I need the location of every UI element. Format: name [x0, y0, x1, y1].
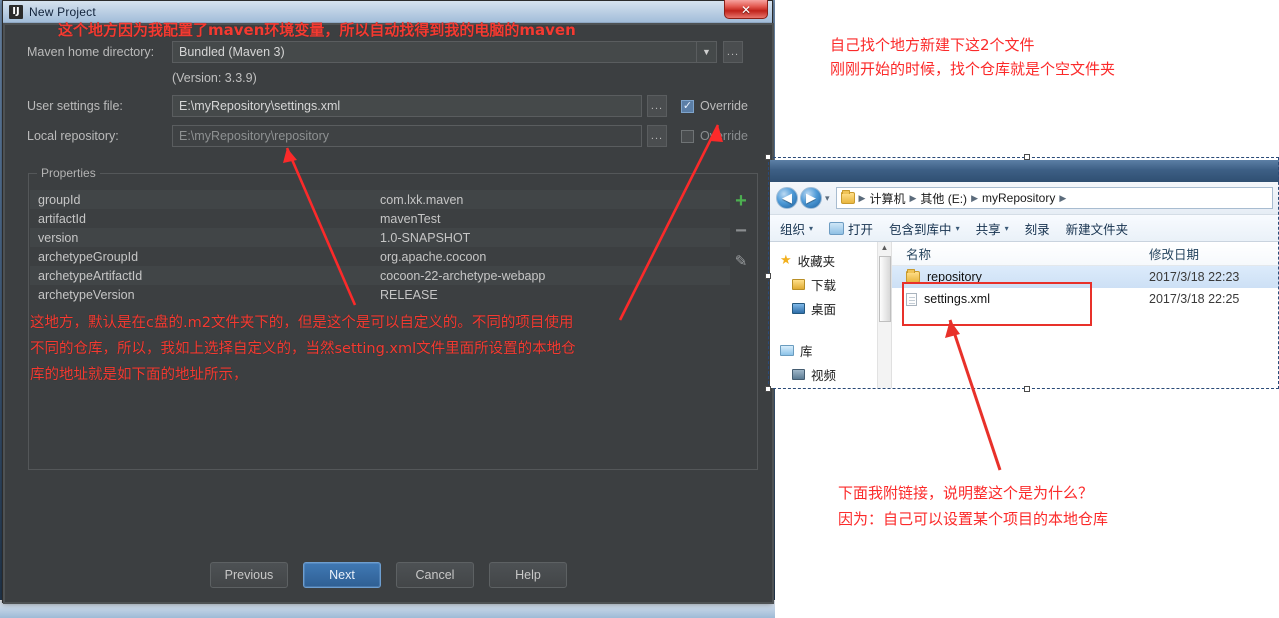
override-local-repository-checkbox[interactable]: Override [681, 129, 748, 143]
annotation-empty-folder: 刚刚开始的时候，找个仓库就是个空文件夹 [830, 60, 1116, 78]
remove-property-button[interactable]: − [732, 220, 750, 242]
properties-legend: Properties [37, 166, 100, 180]
property-value: RELEASE [380, 287, 438, 302]
close-icon[interactable]: ✕ [724, 0, 768, 19]
maven-version-row: (Version: 3.3.9) [172, 71, 257, 85]
table-row[interactable]: groupId com.lxk.maven [30, 190, 730, 209]
property-value: com.lxk.maven [380, 192, 464, 207]
edit-property-button[interactable]: ✎ [732, 252, 750, 270]
annotation-local-repo-explain: 这地方，默认是在c盘的.m2文件夹下的，但是这个是可以自定义的。不同的项目使用 … [30, 315, 576, 383]
user-settings-row: User settings file: E:\myRepository\sett… [27, 95, 762, 117]
plus-icon: + [735, 190, 747, 212]
table-row[interactable]: archetypeGroupId org.apache.cocoon [30, 247, 730, 266]
property-key: archetypeGroupId [38, 249, 139, 264]
local-repository-label: Local repository: [27, 129, 119, 143]
maven-version-note: (Version: 3.3.9) [172, 71, 257, 85]
property-value: mavenTest [380, 211, 441, 226]
local-repository-row: Local repository: E:\myRepository\reposi… [27, 125, 762, 147]
local-repository-input[interactable]: E:\myRepository\repository [172, 125, 642, 147]
override-local-repository-label: Override [700, 129, 748, 143]
property-key: archetypeArtifactId [38, 268, 143, 283]
dialog-title: New Project [29, 4, 96, 19]
table-row[interactable]: archetypeVersion RELEASE [30, 285, 730, 304]
selection-handle-ml[interactable] [765, 273, 771, 279]
properties-toolbar: + − ✎ [729, 190, 753, 270]
user-settings-browse-button[interactable]: ... [647, 95, 667, 117]
user-settings-label: User settings file: [27, 99, 123, 113]
checkbox-unchecked-icon[interactable] [681, 129, 694, 143]
help-button[interactable]: Help [489, 562, 567, 588]
table-row[interactable]: archetypeArtifactId cocoon-22-archetype-… [30, 266, 730, 285]
next-button[interactable]: Next [303, 562, 381, 588]
new-project-dialog: IJ New Project ✕ Maven home directory: B… [2, 0, 774, 604]
selection-handle-tl[interactable] [765, 154, 771, 160]
maven-home-browse-button[interactable]: ... [723, 41, 743, 63]
selection-handle-bl[interactable] [765, 386, 771, 392]
property-key: artifactId [38, 211, 86, 226]
local-repository-browse-button[interactable]: ... [647, 125, 667, 147]
annotation-create-two-files: 自己找个地方新建下这2个文件 [830, 36, 1035, 54]
cancel-button[interactable]: Cancel [396, 562, 474, 588]
user-settings-input[interactable]: E:\myRepository\settings.xml [172, 95, 642, 117]
property-value: org.apache.cocoon [380, 249, 487, 264]
selection-handle-tc[interactable] [1023, 154, 1030, 160]
maven-home-combo[interactable]: Bundled (Maven 3) [172, 41, 697, 63]
table-row[interactable]: version 1.0-SNAPSHOT [30, 228, 730, 247]
override-user-settings-label: Override [700, 99, 748, 113]
table-row[interactable]: artifactId mavenTest [30, 209, 730, 228]
checkbox-checked-icon[interactable]: ✓ [681, 99, 694, 113]
property-key: version [38, 230, 79, 245]
intellij-logo-icon: IJ [9, 4, 23, 19]
annotation-link-note-line1: 下面我附链接，说明整这个是为什么？ [838, 484, 1094, 502]
previous-button[interactable]: Previous [210, 562, 288, 588]
property-value: 1.0-SNAPSHOT [380, 230, 471, 245]
property-value: cocoon-22-archetype-webapp [380, 268, 546, 283]
annotation-maven-env: 这个地方因为我配置了maven环境变量，所以自动找得到我的电脑的maven [58, 21, 576, 39]
annotation-link-note-line2: 因为：自己可以设置某个项目的本地仓库 [838, 510, 1109, 528]
property-key: archetypeVersion [38, 287, 135, 302]
minus-icon: − [735, 220, 747, 242]
maven-home-row: Maven home directory: Bundled (Maven 3) … [27, 41, 752, 63]
properties-table: groupId com.lxk.maven artifactId mavenTe… [30, 190, 730, 304]
override-user-settings-checkbox[interactable]: ✓ Override [681, 99, 748, 113]
property-key: groupId [38, 192, 81, 207]
pencil-icon: ✎ [734, 252, 748, 270]
selection-handle-bc[interactable] [1023, 386, 1030, 392]
dialog-button-bar: Previous Next Cancel Help [5, 562, 772, 588]
add-property-button[interactable]: + [732, 190, 750, 212]
screenshot-selection-box[interactable] [765, 154, 1279, 392]
chevron-down-icon[interactable]: ▼ [697, 41, 717, 63]
maven-home-label: Maven home directory: [27, 45, 155, 59]
